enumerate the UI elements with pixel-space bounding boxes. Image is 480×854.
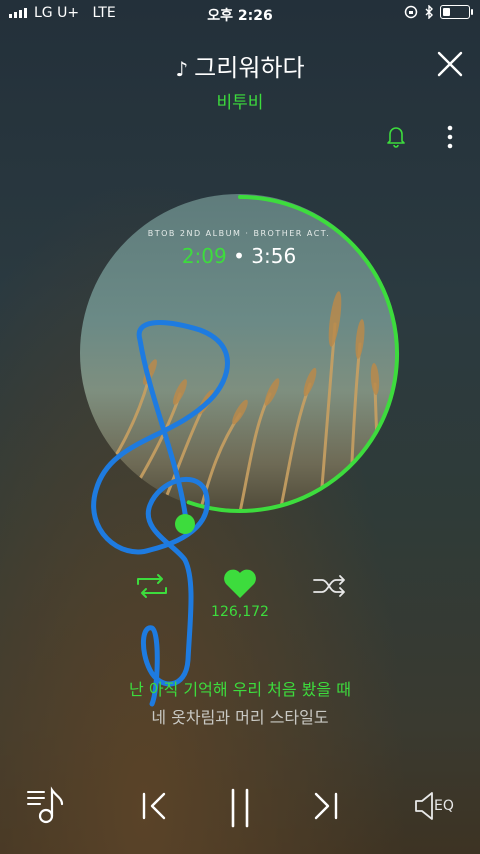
status-right-icons bbox=[404, 5, 473, 19]
artist-name[interactable]: 비투비 bbox=[0, 88, 480, 113]
song-title: 그리워하다 bbox=[194, 54, 305, 82]
battery-fill bbox=[443, 8, 451, 16]
eq-button[interactable]: EQ bbox=[414, 790, 462, 826]
eq-label: EQ bbox=[434, 798, 454, 814]
music-note-icon: ♪ bbox=[175, 57, 189, 81]
pause-icon[interactable] bbox=[224, 786, 256, 830]
bluetooth-icon bbox=[425, 5, 433, 19]
song-title-row: ♪ 그리워하다 bbox=[0, 48, 480, 83]
progress-ring[interactable] bbox=[80, 194, 400, 514]
close-icon[interactable] bbox=[436, 50, 464, 78]
next-lyric[interactable]: 네 옷차림과 머리 스타일도 bbox=[0, 704, 480, 728]
bell-icon[interactable] bbox=[386, 124, 406, 148]
eq-icon bbox=[415, 792, 433, 820]
next-icon[interactable] bbox=[310, 786, 342, 826]
playlist-icon[interactable] bbox=[24, 786, 68, 826]
current-lyric[interactable]: 난 아직 기억해 우리 처음 봤을 때 bbox=[0, 676, 480, 700]
shuffle-icon[interactable] bbox=[312, 574, 346, 598]
progress-arc bbox=[186, 195, 400, 513]
orientation-lock-icon bbox=[404, 5, 418, 19]
repeat-icon[interactable] bbox=[134, 572, 170, 600]
battery-icon bbox=[440, 5, 473, 19]
heart-icon[interactable] bbox=[222, 568, 258, 600]
more-icon[interactable] bbox=[440, 124, 460, 150]
like-count: 126,172 bbox=[211, 604, 269, 620]
status-bar: LG U+ LTE 오후 2:26 bbox=[0, 0, 480, 28]
previous-icon[interactable] bbox=[138, 786, 170, 826]
